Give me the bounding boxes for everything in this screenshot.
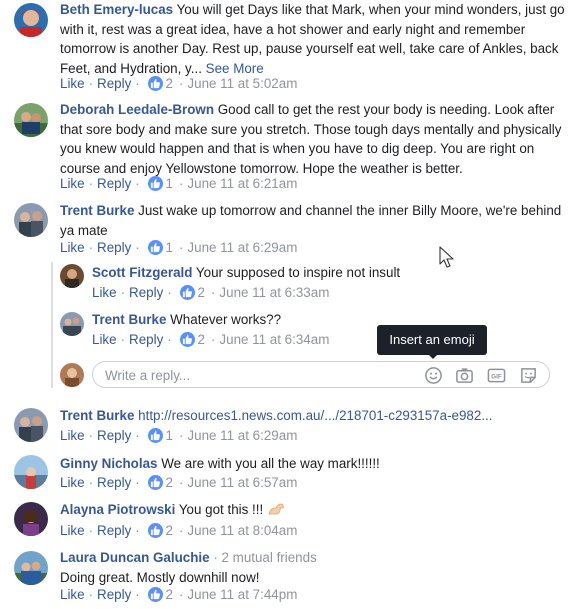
reply-author[interactable]: Scott Fitzgerald [92, 265, 192, 280]
reply-button[interactable]: Reply [129, 285, 163, 300]
like-count[interactable]: 1 [166, 176, 173, 191]
comment-actions: Like · Reply · 1 · June 11 at 6:21am [60, 176, 298, 191]
comment-actions: Like · Reply · 2 · June 11 at 7:44pm [60, 587, 298, 602]
comment-author[interactable]: Beth Emery-lucas [60, 2, 173, 17]
current-user-avatar [60, 363, 84, 387]
avatar[interactable] [14, 408, 48, 442]
like-reaction-icon[interactable] [147, 428, 163, 443]
comment-text: You got this !!! [178, 502, 264, 517]
avatar[interactable] [60, 312, 84, 336]
see-more-link[interactable]: See More [206, 61, 264, 76]
reply-button[interactable]: Reply [97, 475, 131, 490]
like-count[interactable]: 2 [166, 587, 173, 602]
like-reaction-icon[interactable] [147, 475, 163, 490]
camera-icon[interactable] [455, 366, 474, 385]
reply-actions: Like · Reply · 2 · June 11 at 6:34am [92, 332, 330, 347]
like-count[interactable]: 2 [166, 523, 173, 538]
avatar[interactable] [14, 551, 48, 585]
avatar[interactable] [14, 203, 48, 237]
like-button[interactable]: Like [60, 523, 85, 538]
reply-actions: Like · Reply · 2 · June 11 at 6:33am [92, 285, 330, 300]
comment-link[interactable]: http://resources1.news.com.au/.../218701… [138, 408, 492, 423]
reply-button[interactable]: Reply [129, 332, 163, 347]
emoji-tooltip: Insert an emoji [377, 325, 487, 355]
like-button[interactable]: Like [60, 176, 85, 191]
avatar[interactable] [14, 455, 48, 489]
reply-button[interactable]: Reply [97, 587, 131, 602]
like-button[interactable]: Like [60, 240, 85, 255]
like-count[interactable]: 2 [198, 285, 205, 300]
comment-author[interactable]: Deborah Leedale-Brown [60, 102, 214, 117]
like-button[interactable]: Like [60, 428, 85, 443]
reply-button[interactable]: Reply [97, 240, 131, 255]
like-reaction-icon[interactable] [147, 240, 163, 255]
flexed-arm-emoji [268, 503, 284, 515]
like-reaction-icon[interactable] [179, 285, 195, 300]
like-button[interactable]: Like [60, 587, 85, 602]
sticker-icon[interactable] [519, 366, 538, 385]
avatar[interactable] [14, 502, 48, 536]
reply-thread-line [51, 262, 53, 388]
like-count[interactable]: 1 [166, 428, 173, 443]
comment-actions: Like · Reply · 2 · June 11 at 5:02am [60, 76, 298, 91]
reply-button[interactable]: Reply [97, 428, 131, 443]
comment-author[interactable]: Trent Burke [60, 203, 134, 218]
reply-text: Your supposed to inspire not insult [195, 265, 401, 280]
like-button[interactable]: Like [60, 475, 85, 490]
comment-date[interactable]: June 11 at 6:29am [187, 428, 297, 443]
comment-date[interactable]: June 11 at 6:57am [187, 475, 297, 490]
reply-input[interactable] [105, 366, 405, 384]
comment-author[interactable]: Ginny Nicholas [60, 456, 157, 471]
reply-date[interactable]: June 11 at 6:34am [219, 332, 329, 347]
comment-date[interactable]: June 11 at 7:44pm [187, 587, 297, 602]
comment-actions: Like · Reply · 2 · June 11 at 8:04am [60, 523, 298, 538]
like-button[interactable]: Like [92, 285, 117, 300]
reply-button[interactable]: Reply [97, 76, 131, 91]
like-count[interactable]: 2 [166, 475, 173, 490]
reply-button[interactable]: Reply [97, 176, 131, 191]
reply-text: Whatever works?? [170, 312, 282, 327]
like-reaction-icon[interactable] [179, 332, 195, 347]
comment-date[interactable]: June 11 at 6:29am [187, 240, 297, 255]
emoji-icon[interactable] [424, 366, 443, 385]
comment-actions: Like · Reply · 1 · June 11 at 6:29am [60, 240, 298, 255]
svg-text:GIF: GIF [491, 374, 502, 381]
comment-date[interactable]: June 11 at 5:02am [187, 76, 297, 91]
comment-actions: Like · Reply · 1 · June 11 at 6:29am [60, 428, 298, 443]
comment-actions: Like · Reply · 2 · June 11 at 6:57am [60, 475, 298, 490]
like-count[interactable]: 2 [198, 332, 205, 347]
comment-author[interactable]: Alayna Piotrowski [60, 502, 175, 517]
like-button[interactable]: Like [60, 76, 85, 91]
like-count[interactable]: 1 [166, 240, 173, 255]
avatar[interactable] [14, 3, 48, 37]
like-button[interactable]: Like [92, 332, 117, 347]
like-reaction-icon[interactable] [147, 523, 163, 538]
comment-text: We are with you all the way mark!!!!!! [161, 456, 380, 471]
tooltip-arrow [428, 354, 438, 359]
mouse-cursor-icon [439, 246, 454, 268]
comment-date[interactable]: June 11 at 6:21am [187, 176, 297, 191]
avatar[interactable] [60, 264, 84, 288]
reply-composer: GIF [92, 361, 550, 388]
reply-author[interactable]: Trent Burke [92, 312, 166, 327]
gif-icon[interactable]: GIF [487, 366, 506, 385]
like-reaction-icon[interactable] [147, 76, 163, 91]
comment-author[interactable]: Trent Burke [60, 408, 134, 423]
comment-author[interactable]: Laura Duncan Galuchie [60, 550, 210, 565]
like-reaction-icon[interactable] [147, 587, 163, 602]
reply-date[interactable]: June 11 at 6:33am [219, 285, 329, 300]
comment-text: Just wake up tomorrow and channel the in… [60, 203, 562, 238]
comment-date[interactable]: June 11 at 8:04am [187, 523, 297, 538]
mutual-friends[interactable]: · 2 mutual friends [213, 550, 316, 565]
comment-text: Doing great. Mostly downhill now! [60, 569, 260, 585]
like-reaction-icon[interactable] [147, 176, 163, 191]
avatar[interactable] [14, 103, 48, 137]
reply-button[interactable]: Reply [97, 523, 131, 538]
like-count[interactable]: 2 [166, 76, 173, 91]
